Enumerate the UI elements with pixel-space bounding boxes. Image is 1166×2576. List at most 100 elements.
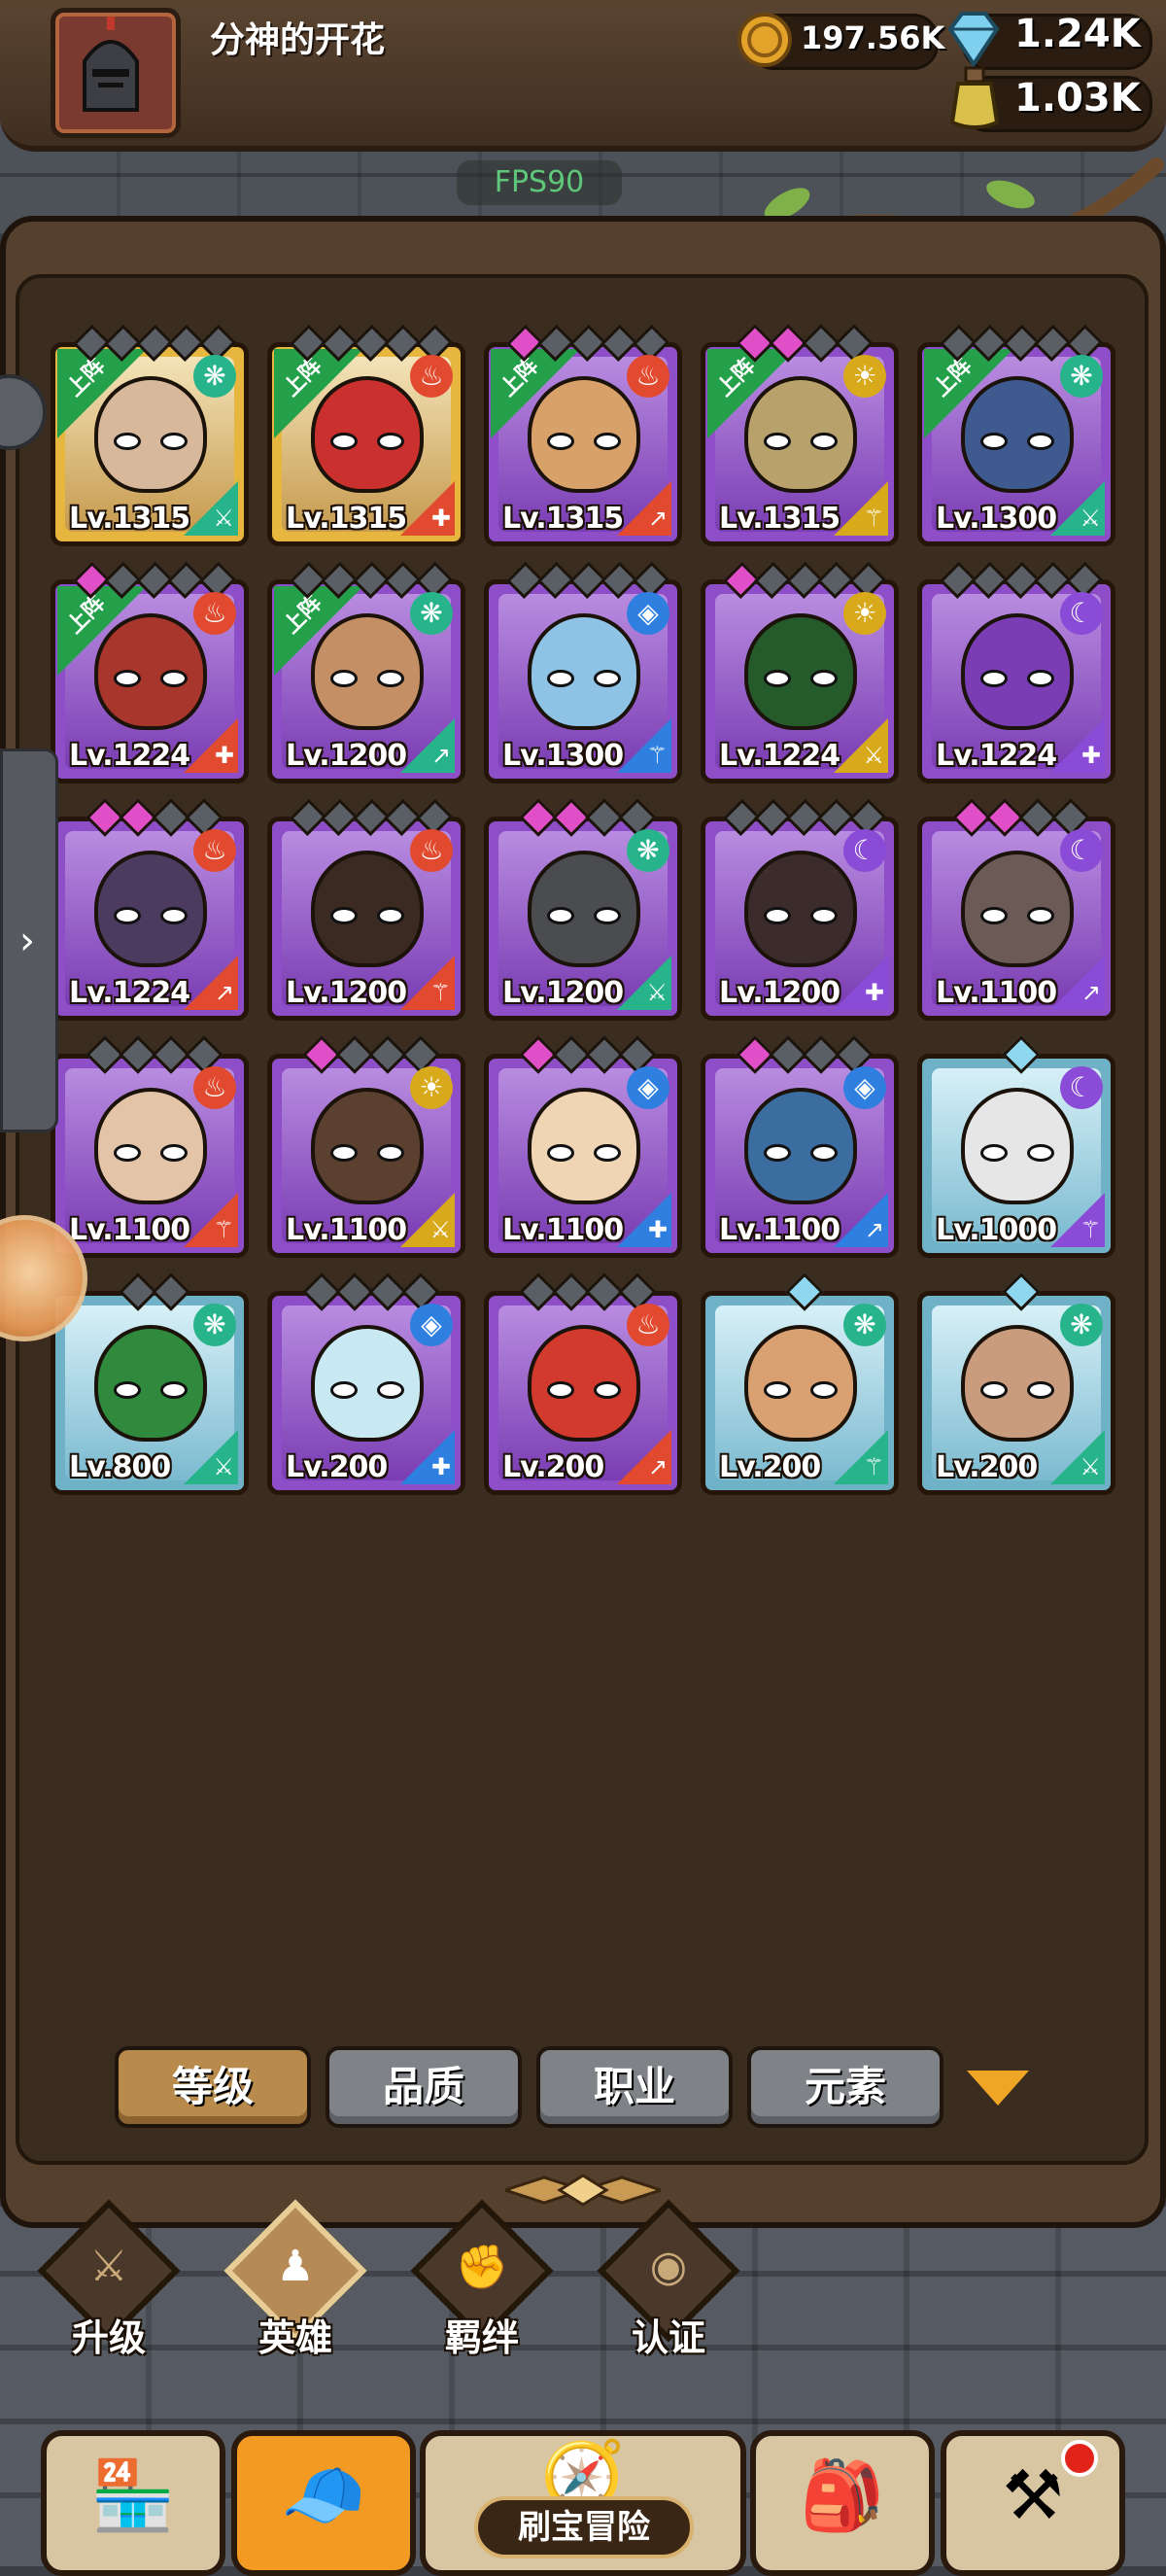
treasure-adventure-label[interactable]: 刷宝冒险	[474, 2496, 694, 2559]
hero-card[interactable]: ☾ ↗ Lv.1100	[917, 798, 1115, 1021]
hero-icon: 🧢	[281, 2455, 366, 2535]
hero-eyes	[764, 433, 838, 454]
shop-icon: 🏪	[90, 2455, 176, 2535]
hero-card[interactable]: ◈ ↗ Lv.1100	[701, 1035, 899, 1258]
subnav-upgrade[interactable]: ⚔ 升级	[31, 2199, 187, 2362]
star-diamond-icon	[785, 1272, 824, 1311]
gem-value: 1.24K	[1014, 12, 1141, 56]
dark-element-icon: ☾	[1060, 1066, 1103, 1109]
bottom-nav-hero[interactable]: 🧢	[231, 2430, 416, 2576]
hero-card[interactable]: ☀ ⚔ Lv.1224	[701, 561, 899, 783]
bottom-nav-shop[interactable]: 🏪	[41, 2430, 225, 2576]
hero-card[interactable]: 上阵 ♨ ↗ Lv.1315	[484, 324, 682, 546]
water-element-icon: ◈	[627, 1066, 669, 1109]
hero-level: Lv.1315	[69, 502, 190, 536]
water-element-icon: ◈	[627, 592, 669, 635]
hero-card[interactable]: 上阵 ❋ ⚔ Lv.1315	[51, 324, 249, 546]
fire-element-icon: ♨	[193, 829, 236, 872]
subnav-bond[interactable]: ✊ 羁绊	[404, 2199, 560, 2362]
hero-eyes	[980, 433, 1054, 454]
hero-eyes	[330, 907, 404, 928]
player-avatar[interactable]	[51, 8, 181, 138]
hero-card[interactable]: ♨ ⚚ Lv.1100	[51, 1035, 249, 1258]
hero-level: Lv.1100	[69, 1213, 190, 1247]
sort-by-level-button[interactable]: 等级	[115, 2046, 311, 2128]
wind-element-icon: ❋	[843, 1304, 886, 1346]
subnav-hero[interactable]: ♟ 英雄	[218, 2199, 373, 2362]
water-element-icon: ◈	[843, 1066, 886, 1109]
hero-card[interactable]: ❋ ⚔ Lv.1200	[484, 798, 682, 1021]
fire-element-icon: ♨	[627, 1304, 669, 1346]
hero-eyes	[330, 1144, 404, 1166]
notification-dot	[1061, 2440, 1098, 2477]
hero-card[interactable]: ◈ ⚚ Lv.1300	[484, 561, 682, 783]
light-element-icon: ☀	[410, 1066, 453, 1109]
hero-card[interactable]: ☾ ⚚ Lv.1000	[917, 1035, 1115, 1258]
hero-card[interactable]: 上阵 ❋ ↗ Lv.1200	[267, 561, 465, 783]
hero-eyes	[980, 907, 1054, 928]
hero-card[interactable]: ☾ ✚ Lv.1224	[917, 561, 1115, 783]
fire-element-icon: ♨	[410, 829, 453, 872]
fps-counter: FPS90	[457, 160, 622, 205]
subnav-certify[interactable]: ◉ 认证	[591, 2199, 746, 2362]
hero-level: Lv.1315	[502, 502, 624, 536]
star-diamond-icon	[1002, 1035, 1041, 1074]
hero-card[interactable]: ♨ ↗ Lv.1224	[51, 798, 249, 1021]
hero-card[interactable]: 上阵 ♨ ✚ Lv.1315	[267, 324, 465, 546]
bottom-nav-forge[interactable]: ⚒	[941, 2430, 1125, 2576]
hero-card[interactable]: ☾ ✚ Lv.1200	[701, 798, 899, 1021]
hero-eyes	[764, 907, 838, 928]
hero-eyes	[330, 1381, 404, 1403]
hero-card[interactable]: ❋ ⚚ Lv.200	[701, 1272, 899, 1495]
hero-card[interactable]: ♨ ↗ Lv.200	[484, 1272, 682, 1495]
hero-eyes	[547, 433, 621, 454]
potion-bottle-icon	[949, 66, 1000, 129]
hero-level: Lv.1315	[719, 502, 840, 536]
hero-eyes	[330, 670, 404, 691]
hero-card[interactable]: ♨ ⚚ Lv.1200	[267, 798, 465, 1021]
fire-element-icon: ♨	[193, 1066, 236, 1109]
hero-card[interactable]: ❋ ⚔ Lv.200	[917, 1272, 1115, 1495]
panel-ornament	[505, 2174, 661, 2207]
hero-level: Lv.1200	[286, 976, 407, 1010]
subnav-label: 认证	[631, 2316, 705, 2359]
sort-by-quality-button[interactable]: 品质	[326, 2046, 522, 2128]
hero-level: Lv.200	[286, 1450, 388, 1484]
star-diamond-icon	[152, 1272, 190, 1311]
hero-level: Lv.1100	[286, 1213, 407, 1247]
light-element-icon: ☀	[843, 355, 886, 398]
hero-card[interactable]: ◈ ✚ Lv.1100	[484, 1035, 682, 1258]
hero-eyes	[330, 433, 404, 454]
hero-level: Lv.1100	[719, 1213, 840, 1247]
hero-eyes	[547, 907, 621, 928]
hero-card[interactable]: ❋ ⚔ Lv.800	[51, 1272, 249, 1495]
fist-icon: ✊	[455, 2243, 509, 2292]
sort-direction-arrow-icon[interactable]	[967, 2071, 1029, 2106]
hero-eyes	[764, 1144, 838, 1166]
bottom-nav-backpack[interactable]: 🎒	[750, 2430, 935, 2576]
water-element-icon: ◈	[410, 1304, 453, 1346]
sort-by-element-button[interactable]: 元素	[747, 2046, 943, 2128]
sort-by-job-button[interactable]: 职业	[536, 2046, 733, 2128]
gold-coin-icon	[737, 13, 792, 67]
hero-level: Lv.200	[502, 1450, 604, 1484]
hero-eyes	[980, 670, 1054, 691]
hero-card[interactable]: ☀ ⚔ Lv.1100	[267, 1035, 465, 1258]
hero-eyes	[980, 1381, 1054, 1403]
chevron-right-icon[interactable]: ›	[8, 914, 47, 968]
hero-card[interactable]: ◈ ✚ Lv.200	[267, 1272, 465, 1495]
star-diamond-icon	[1002, 1272, 1041, 1311]
eye-icon: ◉	[649, 2242, 688, 2291]
hero-card[interactable]: 上阵 ☀ ⚚ Lv.1315	[701, 324, 899, 546]
hero-level: Lv.1300	[502, 739, 624, 773]
wind-element-icon: ❋	[193, 1304, 236, 1346]
wind-element-icon: ❋	[193, 355, 236, 398]
hero-level: Lv.1224	[69, 976, 190, 1010]
hero-eyes	[547, 1381, 621, 1403]
subnav-label: 升级	[71, 2316, 146, 2359]
hero-card[interactable]: 上阵 ♨ ✚ Lv.1224	[51, 561, 249, 783]
hero-silhouette-icon: ♟	[276, 2242, 315, 2291]
hero-card[interactable]: 上阵 ❋ ⚔ Lv.1300	[917, 324, 1115, 546]
hero-level: Lv.1200	[719, 976, 840, 1010]
fire-element-icon: ♨	[193, 592, 236, 635]
